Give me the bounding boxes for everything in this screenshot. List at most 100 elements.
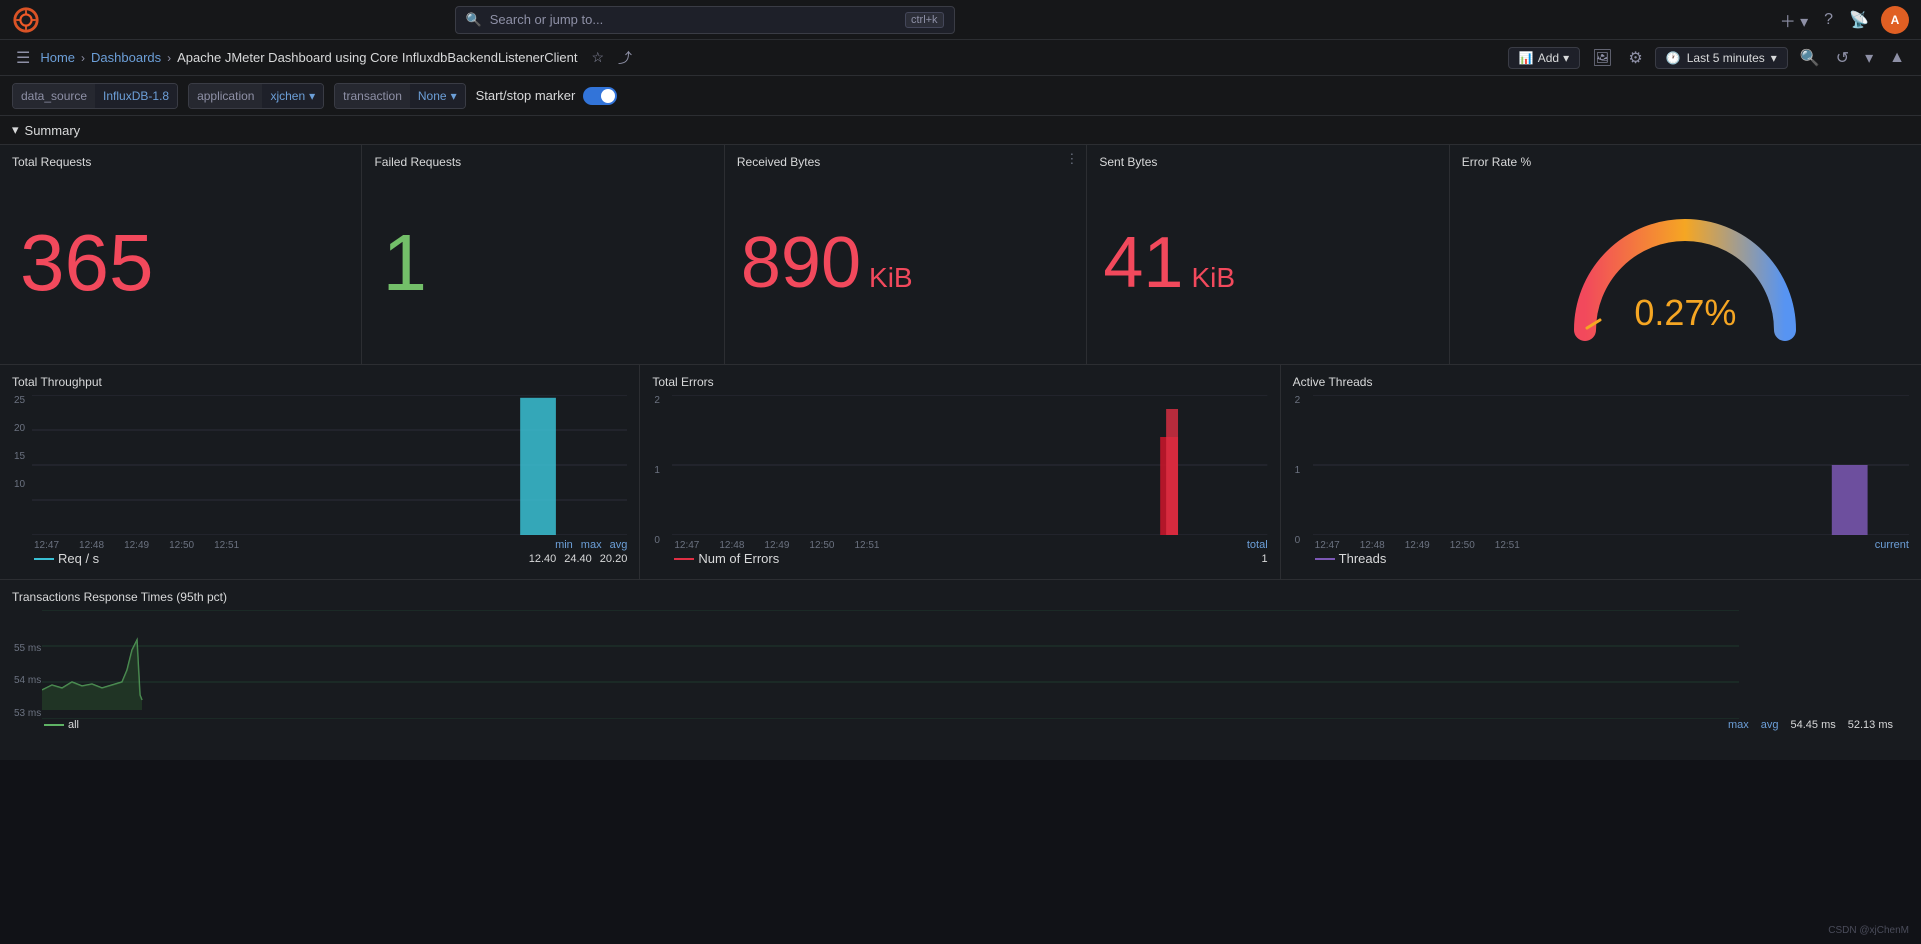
zoom-out-icon[interactable]: 🔍	[1796, 44, 1824, 72]
threads-current-label: current	[1875, 539, 1909, 551]
share-icon[interactable]: ⤴	[614, 44, 636, 72]
tx-tick-1249: 12:49	[1405, 540, 1430, 551]
total-requests-value: 365	[20, 223, 153, 303]
breadcrumb-dashboards[interactable]: Dashboards	[91, 50, 161, 65]
application-filter[interactable]: application xjchen ▾	[188, 83, 324, 109]
errors-total-label: total	[1247, 539, 1268, 551]
section-collapse-icon[interactable]: ▾	[12, 122, 19, 138]
breadcrumb-page-title: Apache JMeter Dashboard using Core Influ…	[177, 50, 577, 65]
y-tick-e0: 0	[654, 535, 660, 546]
sent-bytes-value: 41	[1103, 222, 1183, 304]
tx-legend-color	[44, 724, 64, 726]
add-icon[interactable]: ＋ ▾	[1776, 4, 1812, 36]
time-range-chevron: ▾	[1771, 51, 1777, 65]
errors-total-val: 1	[1262, 553, 1268, 565]
tx-legend-label: all	[68, 719, 79, 731]
gauge-container: 0.27%	[1462, 175, 1909, 354]
clock-icon: 🕐	[1666, 51, 1681, 65]
transaction-filter[interactable]: transaction None ▾	[334, 83, 465, 109]
failed-requests-panel: Failed Requests 1	[362, 145, 724, 364]
menu-icon[interactable]: ☰	[12, 46, 34, 70]
datasource-value[interactable]: InfluxDB-1.8	[95, 84, 177, 108]
y-tick-t0: 0	[1295, 535, 1301, 546]
watermark: CSDN @xjChenM	[1828, 925, 1909, 936]
y-tick-t2: 2	[1295, 395, 1301, 406]
datasource-filter[interactable]: data_source InfluxDB-1.8	[12, 83, 178, 109]
error-rate-title: Error Rate %	[1462, 155, 1909, 169]
time-range-button[interactable]: 🕐 Last 5 minutes ▾	[1655, 47, 1788, 69]
min-label: min	[555, 539, 573, 551]
x-tick-1250: 12:50	[169, 540, 194, 551]
sent-bytes-title: Sent Bytes	[1099, 155, 1436, 169]
panels-row-2: Total Throughput 25 20 15 10 12:47 12:48	[0, 365, 1921, 580]
toggle-track[interactable]	[583, 87, 617, 105]
total-errors-panel: Total Errors 2 1 0 12:47 12:48 12:49 12:…	[640, 365, 1280, 579]
active-threads-panel: Active Threads 2 1 0 12:47 12:48 12:49 1…	[1281, 365, 1921, 579]
transaction-label: transaction	[335, 84, 410, 108]
tx-response-chart	[42, 610, 1739, 719]
x-tick-1247: 12:47	[34, 540, 59, 551]
received-bytes-value: 890	[741, 222, 861, 304]
error-rate-value: 0.27%	[1634, 292, 1736, 334]
threads-legend-color	[1315, 558, 1335, 560]
start-stop-toggle[interactable]: Start/stop marker	[476, 87, 618, 105]
panel-menu-icon[interactable]: ⋮	[1065, 151, 1078, 167]
section-title: Summary	[25, 123, 81, 138]
y-tick-15: 15	[14, 451, 25, 462]
application-val-text: xjchen	[270, 89, 305, 103]
ex-tick-1251: 12:51	[854, 540, 879, 551]
breadcrumb-home[interactable]: Home	[40, 50, 75, 65]
received-bytes-title: Received Bytes	[737, 155, 1074, 169]
y-tick-54ms: 54 ms	[14, 675, 41, 686]
breadcrumb-sep-2: ›	[167, 51, 171, 65]
refresh-icon[interactable]: ↺	[1832, 44, 1853, 72]
x-tick-1248: 12:48	[79, 540, 104, 551]
application-value[interactable]: xjchen ▾	[262, 84, 323, 108]
settings-icon[interactable]: ⚙	[1624, 44, 1646, 72]
threads-legend: Threads	[1315, 551, 1387, 566]
tx-tick-1248: 12:48	[1360, 540, 1385, 551]
sent-bytes-unit: KiB	[1191, 262, 1235, 294]
throughput-legend-label: Req / s	[58, 551, 99, 566]
tx-tick-1251: 12:51	[1495, 540, 1520, 551]
y-tick-t1: 1	[1295, 465, 1301, 476]
errors-legend-color	[674, 558, 694, 560]
refresh-chevron[interactable]: ▾	[1861, 44, 1877, 72]
notifications-icon[interactable]: 📡	[1845, 6, 1873, 34]
max-val: 24.40	[564, 553, 592, 565]
avg-label: avg	[610, 539, 628, 551]
y-tick-25: 25	[14, 395, 25, 406]
star-icon[interactable]: ☆	[587, 45, 608, 70]
search-placeholder: Search or jump to...	[490, 12, 603, 27]
grafana-logo[interactable]	[12, 6, 40, 34]
panels-row-1: Total Requests 365 Failed Requests 1 Rec…	[0, 145, 1921, 365]
failed-requests-title: Failed Requests	[374, 155, 711, 169]
threads-legend-label: Threads	[1339, 551, 1387, 566]
y-tick-55ms: 55 ms	[14, 643, 41, 654]
max-label: max	[581, 539, 602, 551]
transaction-value[interactable]: None ▾	[410, 84, 465, 108]
sent-bytes-panel: Sent Bytes 41 KiB	[1087, 145, 1449, 364]
add-btn-label: Add	[1538, 51, 1559, 65]
breadcrumb-bar: ☰ Home › Dashboards › Apache JMeter Dash…	[0, 40, 1921, 76]
add-btn-icon: 📊	[1519, 51, 1534, 65]
threads-chart	[1313, 395, 1909, 535]
camera-icon[interactable]: 🖼	[1588, 44, 1616, 72]
collapse-icon[interactable]: ▲	[1885, 45, 1909, 71]
add-btn-chevron: ▾	[1563, 51, 1569, 65]
received-bytes-unit: KiB	[869, 262, 913, 294]
ex-tick-1247: 12:47	[674, 540, 699, 551]
throughput-legend-color	[34, 558, 54, 560]
tx-response-title: Transactions Response Times (95th pct)	[12, 590, 1909, 604]
search-bar[interactable]: 🔍 Search or jump to... ctrl+k	[455, 6, 955, 34]
errors-chart	[672, 395, 1267, 535]
help-icon[interactable]: ?	[1820, 7, 1837, 33]
application-chevron: ▾	[309, 89, 315, 103]
start-stop-label: Start/stop marker	[476, 88, 576, 103]
throughput-chart	[32, 395, 627, 535]
summary-header: ▾ Summary	[0, 116, 1921, 145]
avatar[interactable]: A	[1881, 6, 1909, 34]
datasource-label: data_source	[13, 84, 95, 108]
panels-row-3: Transactions Response Times (95th pct) 5…	[0, 580, 1921, 760]
add-button[interactable]: 📊 Add ▾	[1508, 47, 1580, 69]
